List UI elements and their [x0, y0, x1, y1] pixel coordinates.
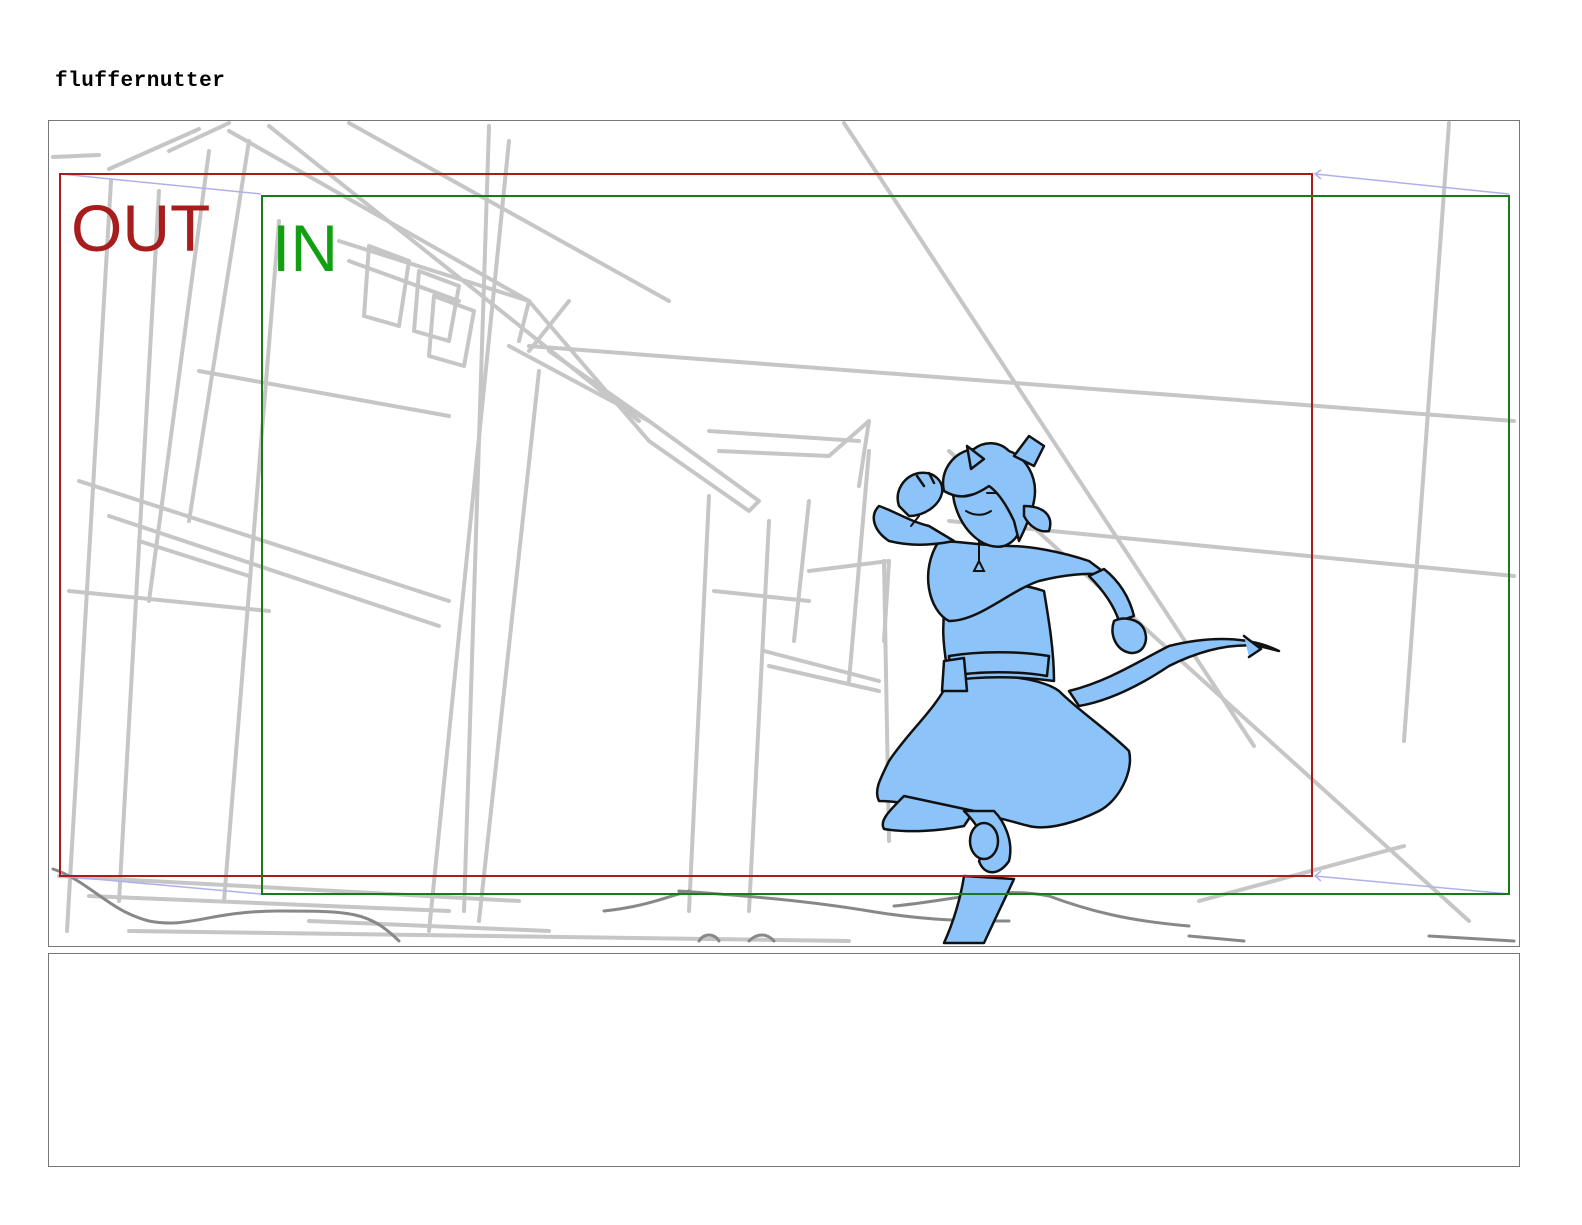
- panel-artwork: OUT IN: [51, 121, 1516, 945]
- out-label: OUT: [71, 191, 210, 265]
- storyboard-panel: OUT IN: [48, 120, 1520, 947]
- page-title: fluffernutter: [55, 70, 226, 93]
- in-label: IN: [272, 211, 338, 285]
- panel-notes-box[interactable]: [48, 953, 1520, 1167]
